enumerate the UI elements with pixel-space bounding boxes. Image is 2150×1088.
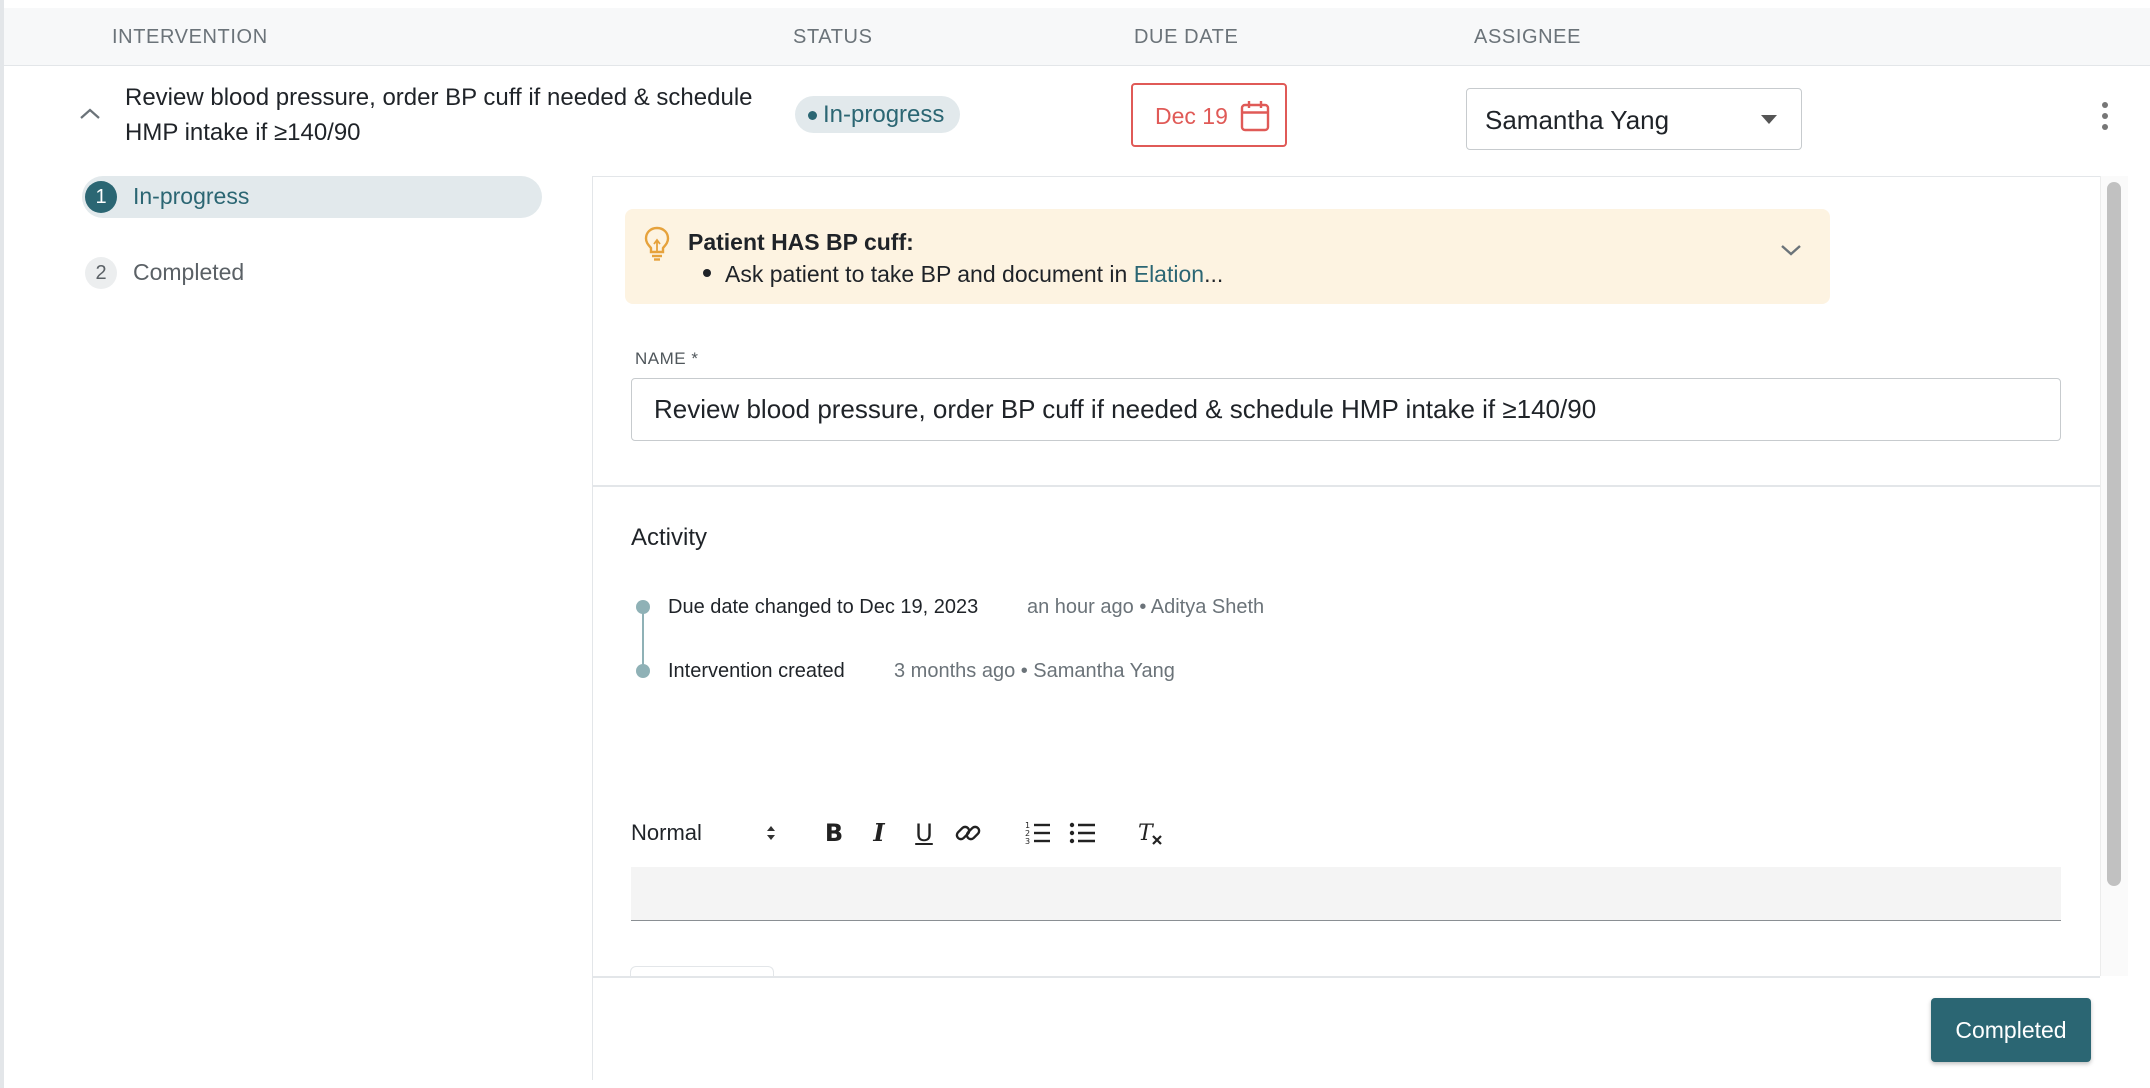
- tip-ellipsis: ...: [1204, 261, 1224, 287]
- chevron-down-icon[interactable]: [1778, 241, 1804, 259]
- more-options-icon[interactable]: [2096, 100, 2114, 132]
- underline-button[interactable]: U: [909, 818, 939, 848]
- timeline-dot-icon: [636, 600, 650, 614]
- intervention-title: Review blood pressure, order BP cuff if …: [125, 80, 785, 150]
- column-header-intervention[interactable]: INTERVENTION: [112, 26, 268, 49]
- step-number: 1: [85, 181, 117, 213]
- section-divider: [592, 485, 2100, 487]
- select-updown-icon[interactable]: [765, 822, 777, 844]
- due-date-label: Dec 19: [1155, 103, 1228, 129]
- column-header-assignee[interactable]: ASSIGNEE: [1474, 26, 1581, 49]
- activity-timeline-line: [642, 607, 644, 671]
- calendar-icon: [1240, 100, 1270, 132]
- elation-link[interactable]: Elation: [1134, 261, 1204, 287]
- status-badge[interactable]: In-progress: [795, 96, 961, 133]
- svg-text:3: 3: [1025, 837, 1030, 846]
- activity-item-text: Intervention created: [668, 660, 845, 682]
- activity-item-text: Due date changed to Dec 19, 2023: [668, 596, 979, 618]
- bold-button[interactable]: B: [819, 818, 849, 848]
- ordered-list-icon[interactable]: 1 2 3: [1023, 818, 1053, 848]
- italic-button[interactable]: I: [864, 818, 894, 848]
- tip-title: Patient HAS BP cuff:: [688, 229, 914, 255]
- timeline-dot-icon: [636, 664, 650, 678]
- column-header-status[interactable]: STATUS: [793, 26, 873, 49]
- editor-toolbar: Normal B I U 1 2 3 T: [631, 816, 1251, 852]
- status-dot-icon: [808, 111, 817, 120]
- assignee-select[interactable]: Samantha Yang: [1466, 88, 1802, 150]
- table-header: INTERVENTION STATUS DUE DATE ASSIGNEE: [4, 8, 2150, 66]
- clear-format-button[interactable]: T: [1136, 818, 1166, 848]
- detail-panel: [592, 176, 2100, 1080]
- status-badge-label: In-progress: [823, 101, 945, 128]
- stepper-step-completed[interactable]: 2 Completed: [82, 252, 542, 294]
- tip-bullet: Ask patient to take BP and document in E…: [703, 261, 1223, 288]
- link-icon[interactable]: [953, 818, 983, 848]
- step-number: 2: [85, 257, 117, 289]
- text-format-select[interactable]: Normal: [631, 820, 702, 846]
- due-date-button[interactable]: Dec 19: [1131, 83, 1287, 147]
- stepper-step-in-progress[interactable]: 1 In-progress: [82, 176, 542, 218]
- bullet-list-icon[interactable]: [1068, 818, 1098, 848]
- activity-heading: Activity: [631, 524, 708, 551]
- name-input[interactable]: [631, 378, 2061, 441]
- intervention-title-line-2: HMP intake if ≥140/90: [125, 119, 361, 146]
- step-label: In-progress: [133, 183, 250, 209]
- column-header-due-date[interactable]: DUE DATE: [1134, 26, 1238, 49]
- scrollbar-thumb[interactable]: [2107, 182, 2121, 886]
- complete-button[interactable]: Completed: [1931, 998, 2091, 1062]
- tip-callout[interactable]: Patient HAS BP cuff: Ask patient to take…: [625, 209, 1830, 304]
- activity-item-meta: 3 months ago • Samantha Yang: [894, 660, 1175, 682]
- partially-hidden-button[interactable]: [630, 966, 774, 976]
- collapse-chevron-up-icon[interactable]: [78, 104, 102, 124]
- activity-item-meta: an hour ago • Aditya Sheth: [1027, 596, 1265, 618]
- lightbulb-icon: [643, 225, 671, 261]
- intervention-title-line-1: Review blood pressure, order BP cuff if …: [125, 84, 753, 111]
- name-field-label: NAME *: [635, 349, 699, 368]
- comment-editor[interactable]: [631, 867, 2061, 921]
- assignee-select-value: Samantha Yang: [1485, 105, 1670, 135]
- tip-text: Ask patient to take BP and document in: [725, 261, 1134, 287]
- bullet-icon: [703, 268, 711, 277]
- clear-format-glyph: T: [1138, 821, 1155, 846]
- footer-divider: [592, 976, 2100, 978]
- step-label: Completed: [133, 259, 245, 285]
- caret-down-icon: [1761, 115, 1777, 124]
